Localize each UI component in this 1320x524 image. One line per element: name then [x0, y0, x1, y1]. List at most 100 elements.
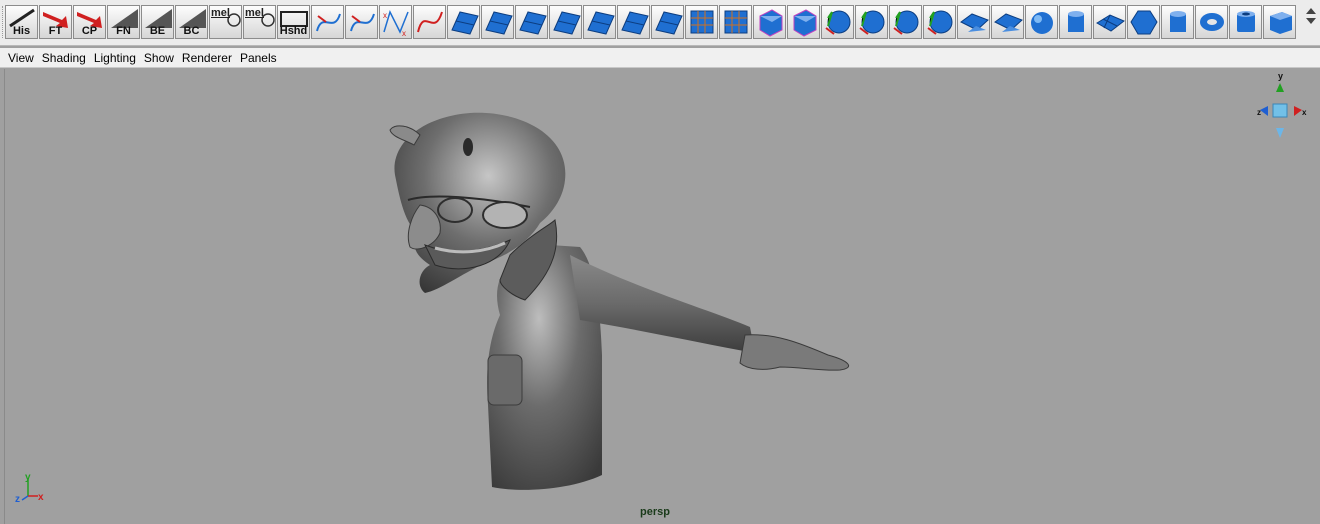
shelf-button-30[interactable] — [1025, 5, 1058, 39]
cube-icon — [1270, 12, 1292, 34]
torus-icon — [1200, 13, 1224, 31]
scroll-up-icon[interactable] — [1306, 8, 1316, 14]
shelf-button-34[interactable] — [1161, 5, 1194, 39]
shelf-button-14[interactable] — [481, 5, 514, 39]
nurbs-surface-icon — [485, 11, 513, 35]
shelf-button-label: BE — [149, 25, 166, 37]
shelf-buttons: His FT CP FN BE BC mel mel Hshd x x — [5, 5, 1297, 39]
scroll-down-icon[interactable] — [1306, 18, 1316, 24]
ep-curve-icon — [417, 11, 443, 33]
shelf-button-31[interactable] — [1059, 5, 1092, 39]
curve-tool-icon — [316, 13, 341, 32]
nurbs-surface-icon — [621, 11, 649, 35]
menu-lighting[interactable]: Lighting — [90, 51, 140, 65]
shelf-button-37[interactable] — [1263, 5, 1296, 39]
shelf-button-13[interactable] — [447, 5, 480, 39]
shelf-button-label: His — [12, 25, 31, 37]
shelf-toolbar: His FT CP FN BE BC mel mel Hshd x x — [0, 0, 1320, 46]
nurbs-surface-icon — [519, 11, 547, 35]
poly-sphere-icon — [859, 10, 885, 35]
view-cube[interactable]: y z x — [1256, 70, 1308, 142]
menu-show[interactable]: Show — [140, 51, 178, 65]
menu-view[interactable]: View — [4, 51, 38, 65]
poly-sphere-icon — [825, 10, 851, 35]
axis-x-label: x — [38, 492, 44, 503]
shelf-button-35[interactable] — [1195, 5, 1228, 39]
cube-y-cone — [1276, 83, 1284, 92]
shelf-button-16[interactable] — [549, 5, 582, 39]
shelf-button-label: FT — [48, 25, 63, 37]
curve-tool-icon — [350, 13, 375, 32]
shelf-button-3[interactable]: FN — [107, 5, 140, 39]
shelf-button-19[interactable] — [651, 5, 684, 39]
shelf-button-29[interactable] — [991, 5, 1024, 39]
shelf-button-28[interactable] — [957, 5, 990, 39]
shelf-button-5[interactable]: BC — [175, 5, 208, 39]
shelf-button-18[interactable] — [617, 5, 650, 39]
shelf-button-7[interactable]: mel — [243, 5, 276, 39]
shelf-button-24[interactable] — [821, 5, 854, 39]
cylinder-icon — [1170, 11, 1186, 32]
poly-cube-icon — [759, 9, 783, 37]
shelf-button-20[interactable] — [685, 5, 718, 39]
shelf-button-1[interactable]: FT — [39, 5, 72, 39]
plane-icon — [1096, 14, 1125, 32]
shelf-button-10[interactable] — [345, 5, 378, 39]
poly-cube-icon — [793, 9, 817, 37]
shelf-button-21[interactable] — [719, 5, 752, 39]
poly-sphere-icon — [927, 10, 953, 35]
shelf-button-12[interactable] — [413, 5, 446, 39]
nurbs-surface-icon — [587, 11, 615, 35]
shelf-button-label: FN — [116, 25, 131, 37]
axis-y-label: y — [25, 472, 31, 483]
pocket — [487, 354, 523, 406]
cube-z-label: z — [1257, 108, 1261, 117]
shelf-button-15[interactable] — [515, 5, 548, 39]
cube-center — [1272, 103, 1288, 118]
svg-text:x: x — [383, 11, 387, 20]
shelf-button-11[interactable]: xx — [379, 5, 412, 39]
shelf-button-26[interactable] — [889, 5, 922, 39]
axis-z-label: z — [15, 494, 20, 505]
axis-triad: y x z — [15, 472, 44, 505]
shelf-button-8[interactable]: Hshd — [277, 5, 310, 39]
panel-menubar: View Shading Lighting Show Renderer Pane… — [0, 48, 1320, 68]
shelf-button-2[interactable]: CP — [73, 5, 106, 39]
shelf-button-22[interactable] — [753, 5, 786, 39]
nurbs-surface-icon — [451, 11, 479, 35]
nurbs-surface-icon — [553, 11, 581, 35]
menu-shading[interactable]: Shading — [38, 51, 90, 65]
shelf-button-32[interactable] — [1093, 5, 1126, 39]
right-horn — [463, 138, 473, 156]
poly-grid-icon — [690, 10, 714, 34]
character-model[interactable] — [380, 105, 870, 500]
shelf-button-label: CP — [81, 25, 98, 37]
camera-name: persp — [640, 506, 670, 518]
shelf-button-25[interactable] — [855, 5, 888, 39]
shelf-button-0[interactable]: His — [5, 5, 38, 39]
pipe-icon — [1237, 11, 1255, 32]
menu-renderer[interactable]: Renderer — [178, 51, 236, 65]
soccer-ball-icon — [1130, 10, 1158, 35]
shelf-button-33[interactable] — [1127, 5, 1160, 39]
shelf-button-6[interactable]: mel — [209, 5, 242, 39]
shelf-button-4[interactable]: BE — [141, 5, 174, 39]
menu-panels[interactable]: Panels — [236, 51, 281, 65]
svg-text:x: x — [402, 29, 406, 38]
shelf-button-label: mel — [245, 7, 264, 19]
hand — [739, 334, 850, 371]
shelf-button-17[interactable] — [583, 5, 616, 39]
shelf-button-9[interactable] — [311, 5, 344, 39]
shelf-button-36[interactable] — [1229, 5, 1262, 39]
shelf-scroll[interactable] — [1305, 4, 1317, 40]
shelf-button-27[interactable] — [923, 5, 956, 39]
shelf-button-label: mel — [211, 7, 230, 19]
nurbs-surface-icon — [655, 11, 683, 35]
poly-plane-icon — [960, 13, 989, 32]
shelf-button-23[interactable] — [787, 5, 820, 39]
cube-y-label: y — [1278, 71, 1283, 81]
cube-z-cone — [1260, 106, 1268, 116]
cube-x-label: x — [1302, 108, 1307, 117]
poly-grid-icon — [724, 10, 748, 34]
shelf-button-label: Hshd — [279, 25, 308, 37]
